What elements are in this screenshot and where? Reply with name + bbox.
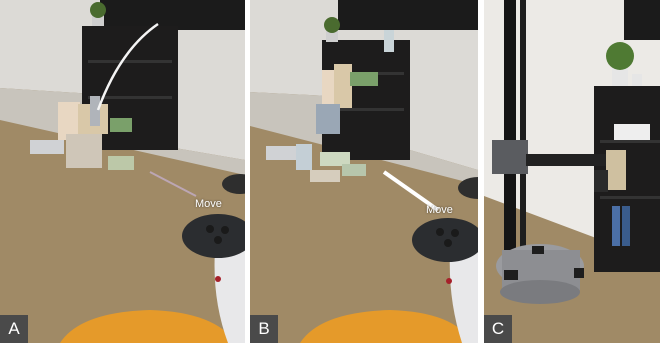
panel-c: C (484, 0, 660, 343)
move-label-a: Move (195, 198, 222, 210)
panel-label-a: A (0, 315, 28, 343)
scene-a-image (0, 0, 245, 343)
panel-a: Move A (0, 0, 245, 343)
panel-b: Move B (250, 0, 478, 343)
scene-b-image (250, 0, 478, 343)
move-label-b: Move (426, 204, 453, 216)
panel-label-c: C (484, 315, 512, 343)
scene-c-image (484, 0, 660, 343)
robot-base-c (496, 244, 584, 304)
plant-b (324, 17, 340, 42)
robot-pole-c (504, 0, 526, 252)
panel-label-b: B (250, 315, 278, 343)
plant-a (90, 2, 106, 26)
